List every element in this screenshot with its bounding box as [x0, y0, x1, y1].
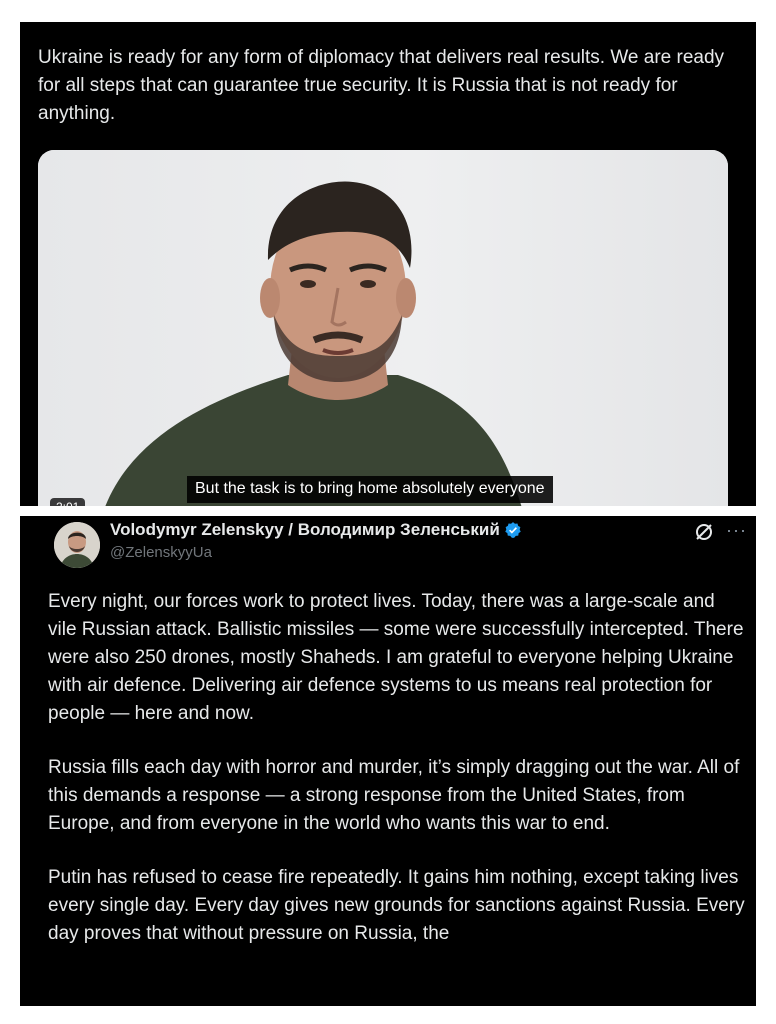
grok-icon[interactable]: [694, 522, 714, 542]
avatar-image: [54, 522, 100, 568]
post-paragraph-2: Russia fills each day with horror and mu…: [48, 757, 740, 834]
more-options-icon[interactable]: ···: [726, 520, 747, 541]
author-name[interactable]: Volodymyr Zelenskyy / Володимир Зеленськ…: [110, 520, 500, 540]
top-post-panel: Ukraine is ready for any form of diploma…: [20, 22, 756, 506]
post-paragraph-3: Putin has refused to cease fire repeated…: [48, 867, 745, 944]
video-timestamp: 2:01: [50, 498, 86, 506]
post-paragraph-1: Every night, our forces work to protect …: [48, 591, 744, 724]
post-header: Volodymyr Zelenskyy / Володимир Зеленськ…: [20, 516, 756, 580]
video-caption: But the task is to bring home absolutely…: [187, 476, 553, 503]
avatar[interactable]: [54, 522, 100, 568]
video-player[interactable]: But the task is to bring home absolutely…: [38, 150, 728, 506]
bottom-post-panel: Volodymyr Zelenskyy / Володимир Зеленськ…: [20, 516, 756, 1006]
author-name-row: Volodymyr Zelenskyy / Володимир Зеленськ…: [110, 520, 522, 540]
speaker-figure: [105, 181, 522, 506]
top-post-text: Ukraine is ready for any form of diploma…: [38, 47, 725, 124]
verified-badge-icon: [505, 522, 521, 538]
author-handle[interactable]: @ZelenskyyUa: [110, 544, 212, 561]
post-body: Every night, our forces work to protect …: [48, 588, 748, 974]
